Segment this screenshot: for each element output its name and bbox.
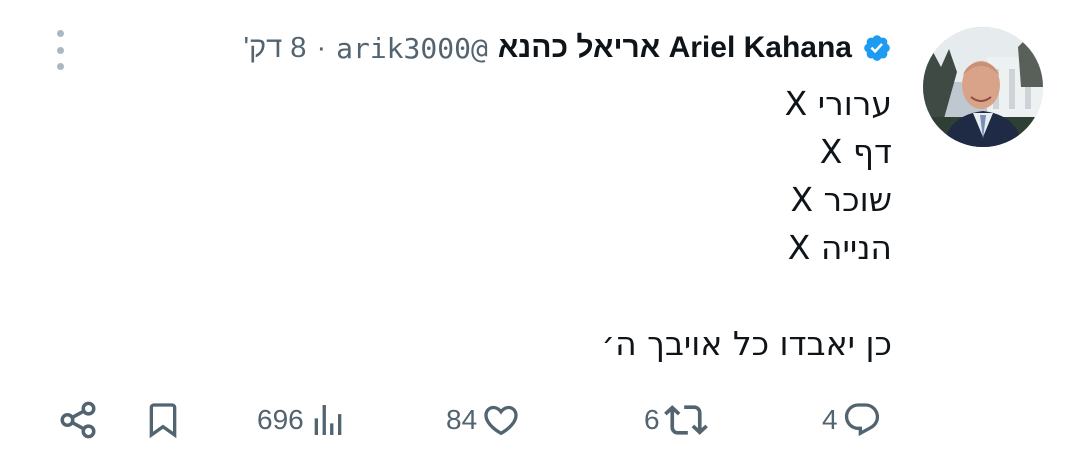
- tweet-line-blank: [92, 272, 892, 320]
- retweet-icon: [663, 405, 708, 435]
- author-name[interactable]: Ariel Kahana אריאל כהנא: [498, 31, 852, 65]
- action-bar: 4 6 84 696: [0, 390, 1080, 450]
- views-bar-icon: [314, 405, 342, 435]
- avatar[interactable]: [923, 27, 1043, 147]
- more-vertical-icon-dot: [56, 63, 64, 70]
- tweet-line: דף X: [819, 132, 892, 171]
- tweet-header: Ariel Kahana אריאל כהנא @arik3000 · 8 דק…: [244, 28, 892, 68]
- tweet-line: ערורי X: [784, 84, 892, 123]
- tweet-line: כן יאבדו כל אויבך ה׳: [601, 324, 892, 363]
- more-vertical-icon-dot: [56, 46, 64, 54]
- bookmark-button[interactable]: [143, 390, 183, 450]
- more-vertical-icon: [56, 30, 64, 37]
- reply-button[interactable]: 4: [822, 390, 882, 450]
- tweet-line: הנייה X: [787, 228, 892, 267]
- views-count: 696: [257, 404, 304, 435]
- separator-dot: ·: [316, 31, 327, 64]
- views-indicator[interactable]: 696: [257, 390, 348, 450]
- bookmark-icon: [149, 403, 177, 439]
- reply-icon: [844, 403, 879, 437]
- verified-badge-icon: [864, 35, 890, 61]
- heart-icon: [484, 405, 518, 436]
- reply-count: 4: [822, 404, 838, 435]
- tweet-line: שוכר X: [790, 180, 892, 219]
- share-button[interactable]: [57, 390, 99, 450]
- tweet-timestamp[interactable]: 8 דק': [244, 32, 307, 65]
- avatar-image: [923, 27, 1043, 147]
- share-icon: [60, 401, 96, 439]
- more-menu-button[interactable]: [48, 30, 72, 70]
- like-count: 84: [446, 404, 478, 435]
- author-handle[interactable]: @arik3000: [336, 32, 488, 65]
- retweet-count: 6: [644, 404, 660, 435]
- like-button[interactable]: 84: [446, 390, 521, 450]
- retweet-button[interactable]: 6: [644, 390, 708, 450]
- tweet-text: ערורי X דף X שוכר X הנייה X כן יאבדו כל …: [92, 80, 892, 368]
- tweet: Ariel Kahana אריאל כהנא @arik3000 · 8 דק…: [0, 0, 1080, 467]
